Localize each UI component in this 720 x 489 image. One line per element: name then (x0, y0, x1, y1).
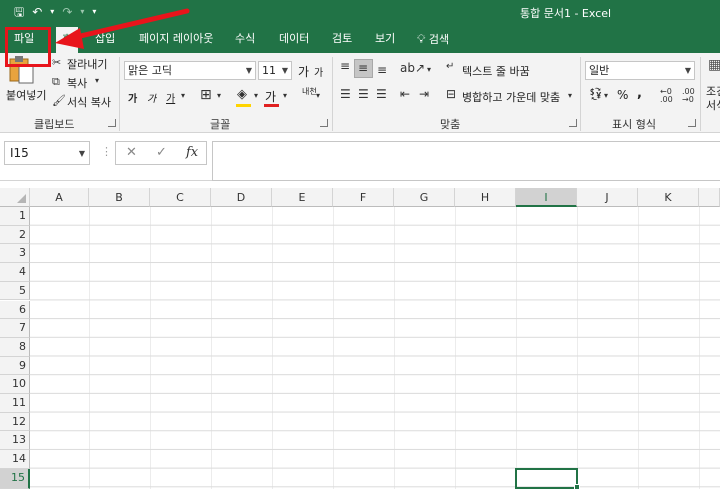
annotation-arrow-icon (55, 8, 190, 49)
